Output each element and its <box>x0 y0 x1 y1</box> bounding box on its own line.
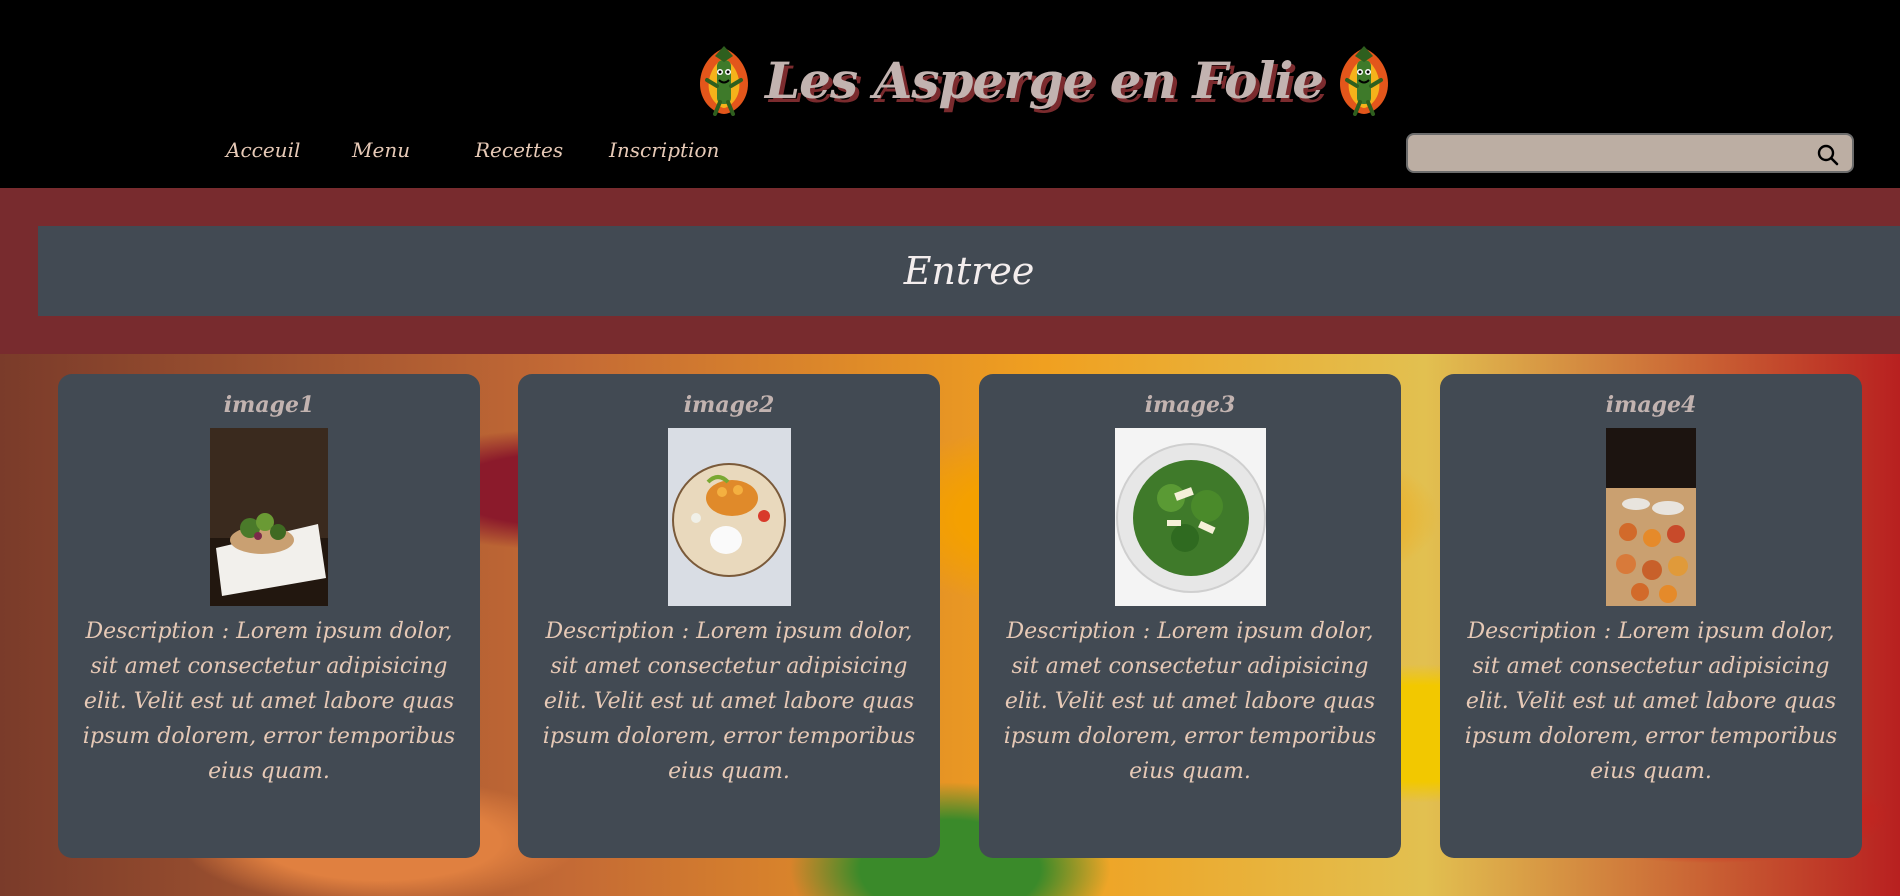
nav-item-acceuil[interactable]: Acceuil <box>226 138 300 162</box>
card-grid: image1 Description : Lorem ipsum dolor, … <box>0 374 1900 858</box>
dish-image <box>1115 428 1266 606</box>
card-description: Description : Lorem ipsum dolor, sit ame… <box>1003 619 1377 784</box>
dish-image <box>210 428 328 606</box>
card-description: Description : Lorem ipsum dolor, sit ame… <box>542 619 916 784</box>
food-background-image: image1 Description : Lorem ipsum dolor, … <box>0 354 1900 896</box>
asparagus-mascot-icon <box>1333 44 1395 116</box>
card-description: Description : Lorem ipsum dolor, sit ame… <box>82 619 456 784</box>
section-title-box: Entree <box>38 226 1900 316</box>
section-band: Entree <box>0 188 1900 354</box>
brand-logo[interactable]: Les Asperge en Folie <box>693 40 1395 120</box>
card-title: image1 <box>223 392 315 418</box>
search-bar <box>1406 133 1854 173</box>
recipe-card[interactable]: image3 Description : Lorem ipsum dolor, … <box>979 374 1401 858</box>
dish-image <box>1606 428 1696 606</box>
card-title: image4 <box>1605 392 1697 418</box>
card-title: image2 <box>683 392 775 418</box>
asparagus-mascot-icon <box>693 44 755 116</box>
card-description: Description : Lorem ipsum dolor, sit ame… <box>1464 619 1838 784</box>
section-title: Entree <box>903 249 1035 293</box>
nav-item-menu[interactable]: Menu <box>352 138 410 162</box>
recipe-card[interactable]: image2 Description : Lorem ipsum dolor, … <box>518 374 940 858</box>
recipe-card[interactable]: image4 Description: Lorem ipsum dolor, … <box>1440 374 1862 858</box>
brand-title: Les Asperge en Folie <box>765 50 1324 110</box>
card-title: image3 <box>1144 392 1236 418</box>
main-nav: Acceuil Menu Recettes Inscription <box>0 138 800 168</box>
search-input[interactable] <box>1418 139 1802 169</box>
nav-item-recettes[interactable]: Recettes <box>475 138 563 162</box>
nav-item-inscription[interactable]: Inscription <box>609 138 719 162</box>
site-header: Les Asperge en Folie Acceuil Menu Recett… <box>0 0 1900 188</box>
dish-image <box>668 428 791 606</box>
search-icon[interactable] <box>1816 143 1840 167</box>
recipe-card[interactable]: image1 Description : Lorem ipsum dolor, … <box>58 374 480 858</box>
